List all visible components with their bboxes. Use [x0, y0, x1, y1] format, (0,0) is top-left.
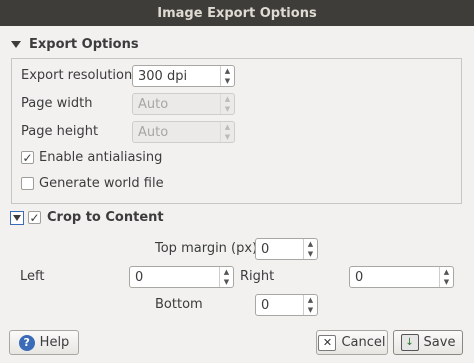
left-margin-value[interactable]: 0	[130, 267, 219, 287]
spin-down-icon: ▼	[224, 133, 231, 141]
spin-down-icon[interactable]: ▼	[221, 76, 234, 86]
check-icon: ✓	[29, 210, 40, 225]
antialiasing-label[interactable]: Enable antialiasing	[39, 150, 162, 165]
collapse-arrow-icon	[13, 215, 21, 221]
save-button[interactable]: ↓ Save	[393, 330, 463, 355]
world-file-label[interactable]: Generate world file	[39, 176, 164, 191]
save-button-label: Save	[423, 335, 456, 350]
top-margin-value[interactable]: 0	[256, 239, 303, 259]
bottom-margin-label: Bottom	[155, 297, 203, 312]
cancel-button-label: Cancel	[341, 335, 386, 350]
export-resolution-label: Export resolution	[21, 68, 133, 83]
spin-up-icon[interactable]: ▲	[220, 267, 233, 277]
help-icon: ?	[18, 334, 35, 351]
spin-up-icon[interactable]: ▲	[304, 295, 317, 305]
right-margin-spinbox[interactable]: 0 ▲ ▼	[349, 266, 454, 288]
page-width-label: Page width	[21, 96, 93, 111]
right-margin-label: Right	[240, 269, 275, 284]
spin-up-icon: ▲	[224, 95, 231, 103]
spin-down-icon[interactable]: ▼	[304, 305, 317, 315]
right-margin-value[interactable]: 0	[350, 267, 439, 287]
antialiasing-checkbox[interactable]: ✓	[21, 151, 34, 164]
window-titlebar: Image Export Options	[0, 0, 474, 26]
cancel-icon: ✕	[318, 334, 337, 351]
top-margin-label: Top margin (px)	[155, 241, 258, 256]
bottom-margin-value[interactable]: 0	[256, 295, 303, 315]
crop-to-content-checkbox[interactable]: ✓	[28, 211, 41, 224]
help-button-label: Help	[39, 335, 70, 350]
world-file-checkbox[interactable]	[21, 177, 34, 190]
check-icon: ✓	[22, 150, 33, 165]
export-resolution-value[interactable]: 300 dpi	[133, 66, 220, 86]
export-options-title: Export Options	[29, 37, 139, 52]
page-height-label: Page height	[21, 124, 99, 139]
left-margin-spinbox[interactable]: 0 ▲ ▼	[129, 266, 234, 288]
spin-up-icon[interactable]: ▲	[221, 66, 234, 76]
window-title: Image Export Options	[157, 5, 317, 21]
crop-to-content-title[interactable]: Crop to Content	[47, 210, 164, 225]
spin-up-icon: ▲	[224, 123, 231, 131]
export-options-header[interactable]: Export Options	[11, 37, 139, 52]
spin-down-icon[interactable]: ▼	[440, 277, 453, 287]
spin-down-icon: ▼	[224, 105, 231, 113]
spin-down-icon[interactable]: ▼	[220, 277, 233, 287]
spin-up-icon[interactable]: ▲	[440, 267, 453, 277]
page-width-spinbox: Auto ▲ ▼	[132, 93, 235, 115]
collapse-arrow-icon[interactable]	[11, 41, 21, 48]
spin-up-icon[interactable]: ▲	[304, 239, 317, 249]
page-height-value: Auto	[138, 124, 169, 140]
save-icon: ↓	[400, 334, 419, 351]
export-resolution-spinbox[interactable]: 300 dpi ▲ ▼	[132, 65, 235, 87]
left-margin-label: Left	[20, 269, 45, 284]
page-width-value: Auto	[138, 96, 169, 112]
export-options-panel: Export resolution 300 dpi ▲ ▼ Page width…	[11, 58, 462, 204]
page-height-spinbox: Auto ▲ ▼	[132, 121, 235, 143]
spin-down-icon[interactable]: ▼	[304, 249, 317, 259]
help-button[interactable]: ? Help	[9, 330, 79, 355]
bottom-margin-spinbox[interactable]: 0 ▲ ▼	[255, 294, 318, 316]
top-margin-spinbox[interactable]: 0 ▲ ▼	[255, 238, 318, 260]
crop-collapse-toggle[interactable]	[10, 211, 24, 225]
cancel-button[interactable]: ✕ Cancel	[316, 330, 388, 355]
